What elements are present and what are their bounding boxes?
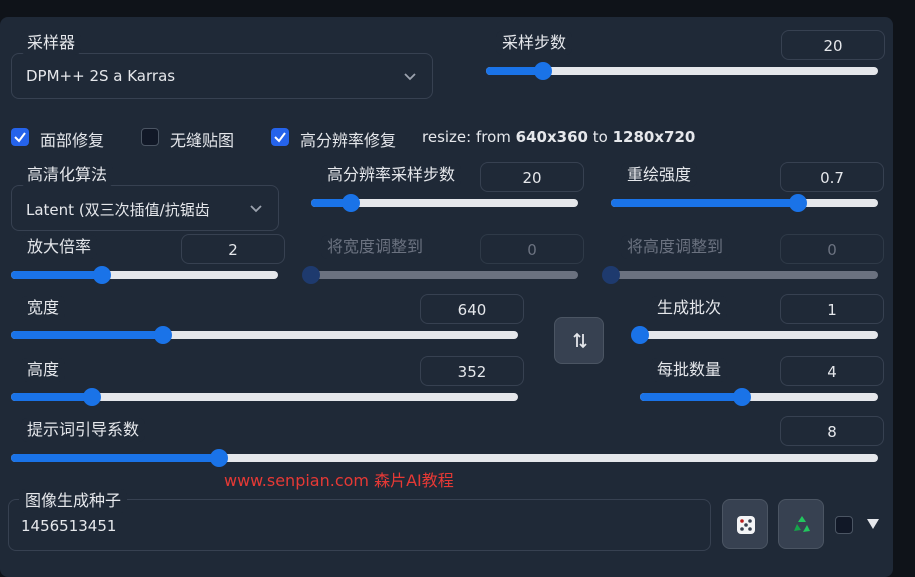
upscale-by-label: 放大倍率	[21, 235, 98, 259]
upscale-by-slider[interactable]	[11, 266, 278, 284]
height-slider[interactable]	[11, 388, 518, 406]
batch-size-slider[interactable]	[640, 388, 878, 406]
width-input[interactable]: 640	[420, 294, 524, 324]
denoise-label: 重绘强度	[621, 163, 698, 187]
extra-seed-checkbox[interactable]	[835, 516, 853, 534]
batch-count-label: 生成批次	[651, 296, 728, 320]
slider-thumb[interactable]	[302, 266, 320, 284]
hires-steps-slider[interactable]	[311, 194, 578, 212]
denoise-input[interactable]: 0.7	[780, 162, 884, 192]
reuse-seed-button[interactable]	[778, 499, 824, 549]
recycle-icon	[794, 516, 810, 532]
steps-slider[interactable]	[486, 62, 878, 80]
height-label: 高度	[21, 358, 66, 382]
watermark-text: www.senpian.com 森片AI教程	[224, 471, 454, 490]
cfg-slider[interactable]	[11, 449, 878, 467]
resize-height-input[interactable]: 0	[780, 234, 884, 264]
hires-fix-label: 高分辨率修复	[300, 131, 397, 150]
sampler-label: 采样器	[21, 31, 82, 55]
slider-thumb[interactable]	[788, 194, 807, 212]
cfg-label: 提示词引导系数	[21, 418, 146, 442]
batch-count-input[interactable]: 1	[780, 294, 884, 324]
slider-thumb[interactable]	[92, 266, 111, 284]
height-input[interactable]: 352	[420, 356, 524, 386]
swap-dimensions-button[interactable]	[554, 317, 604, 364]
slider-fill	[11, 331, 164, 339]
hires-steps-input[interactable]: 20	[480, 162, 584, 192]
resize-width-input[interactable]: 0	[480, 234, 584, 264]
random-seed-button[interactable]	[722, 499, 768, 549]
seed-label: 图像生成种子	[19, 489, 128, 513]
slider-fill	[11, 393, 93, 401]
slider-thumb[interactable]	[533, 62, 552, 80]
width-label: 宽度	[21, 296, 66, 320]
batch-size-label: 每批数量	[651, 358, 728, 382]
width-slider[interactable]	[11, 326, 518, 344]
upscale-by-input[interactable]: 2	[181, 234, 285, 264]
seed-value: 1456513451	[21, 517, 117, 535]
upscaler-value: Latent (双三次插值/抗锯齿	[26, 201, 210, 219]
checkmark-icon	[274, 132, 286, 143]
cfg-input[interactable]: 8	[780, 416, 884, 446]
face-restore-checkbox[interactable]	[11, 128, 29, 146]
slider-fill	[11, 271, 102, 279]
hires-fix-checkbox[interactable]	[271, 128, 289, 146]
face-restore-label: 面部修复	[40, 131, 105, 150]
steps-label: 采样步数	[496, 31, 573, 55]
slider-thumb[interactable]	[342, 194, 361, 212]
chevron-down-icon	[250, 205, 262, 213]
slider-thumb[interactable]	[154, 326, 173, 344]
slider-thumb[interactable]	[602, 266, 620, 284]
resize-info: resize: from 640x360 to 1280x720	[422, 128, 696, 146]
batch-size-input[interactable]: 4	[780, 356, 884, 386]
tiling-label: 无缝贴图	[170, 131, 235, 150]
hires-steps-label: 高分辨率采样步数	[321, 163, 462, 187]
slider-thumb[interactable]	[210, 449, 229, 467]
slider-fill	[11, 454, 220, 462]
sampler-dropdown[interactable]: DPM++ 2S a Karras	[11, 53, 433, 99]
checkmark-icon	[14, 132, 26, 143]
resize-width-label: 将宽度调整到	[321, 235, 430, 259]
steps-input[interactable]: 20	[781, 30, 885, 60]
dice-icon	[737, 516, 755, 534]
denoise-slider[interactable]	[611, 194, 878, 212]
slider-thumb[interactable]	[83, 388, 102, 406]
resize-width-slider[interactable]	[302, 266, 578, 284]
batch-count-slider[interactable]	[631, 326, 878, 344]
resize-height-label: 将高度调整到	[621, 235, 730, 259]
upscaler-dropdown[interactable]: Latent (双三次插值/抗锯齿	[11, 185, 279, 231]
slider-fill	[611, 199, 798, 207]
resize-height-slider[interactable]	[602, 266, 878, 284]
slider-fill	[640, 393, 743, 401]
sampler-value: DPM++ 2S a Karras	[26, 67, 176, 85]
slider-thumb[interactable]	[631, 326, 649, 344]
upscaler-label: 高清化算法	[21, 163, 114, 187]
chevron-down-icon	[404, 73, 416, 81]
swap-arrows-icon	[573, 332, 587, 349]
tiling-checkbox[interactable]	[141, 128, 159, 146]
triangle-down-icon[interactable]	[865, 516, 881, 532]
